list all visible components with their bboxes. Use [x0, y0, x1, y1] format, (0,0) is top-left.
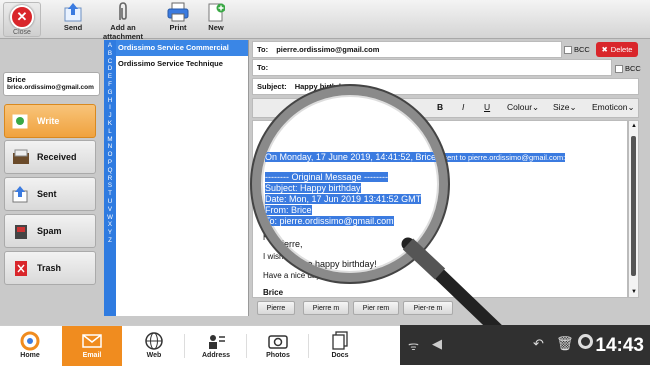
new-button[interactable]: New [204, 2, 228, 32]
alphabet-index: ABCDEFGHIJKLMNOPQRSTUVWXYZ [104, 40, 116, 316]
emoticon-dropdown[interactable]: Emoticon⌄ [592, 102, 635, 113]
undo-icon[interactable]: ↶ [533, 336, 544, 352]
contact-item[interactable]: Ordissimo Service Technique [116, 56, 248, 72]
alphabet-letter[interactable]: K [104, 120, 116, 128]
to-value: pierre.ordissimo@gmail.com [276, 45, 380, 54]
email-icon [62, 330, 122, 352]
delete-button[interactable]: ✖ Delete [596, 42, 638, 57]
taskbar-docs[interactable]: Docs [312, 330, 368, 359]
alphabet-letter[interactable]: A [104, 42, 116, 50]
toolbar: ✕ Close Send Add an attachment Print New [0, 0, 650, 41]
alphabet-letter[interactable]: N [104, 143, 116, 151]
underline-button[interactable]: U [484, 102, 490, 112]
taskbar-photos[interactable]: Photos [250, 330, 306, 359]
send-button[interactable]: Send [58, 2, 88, 32]
add-attachment-button[interactable]: Add an attachment [93, 2, 153, 41]
close-circle-icon: ✖ [601, 45, 608, 54]
user-card: Brice brice.ordissimo@gmail.com [3, 72, 100, 96]
alphabet-letter[interactable]: C [104, 58, 116, 66]
printer-icon [167, 2, 189, 22]
folder-trash[interactable]: Trash [4, 251, 96, 285]
alphabet-letter[interactable]: Y [104, 229, 116, 237]
alphabet-letter[interactable]: M [104, 136, 116, 144]
trash-tray-icon[interactable]: 🗑 [556, 335, 574, 352]
signature-text: Brice [263, 288, 284, 297]
write-icon [11, 111, 31, 131]
alphabet-letter[interactable]: H [104, 97, 116, 105]
folder-sent[interactable]: Sent [4, 177, 96, 211]
alphabet-letter[interactable]: V [104, 206, 116, 214]
wifi-icon[interactable]: ᯤ [408, 337, 419, 354]
close-button[interactable]: ✕ Close [3, 2, 41, 37]
docs-icon [312, 330, 368, 352]
quick-reply-button[interactable]: Pierre [257, 301, 295, 315]
editor-scrollbar[interactable]: ▲ ▼ [628, 120, 639, 298]
bcc-checkbox[interactable]: BCC [564, 45, 590, 54]
alphabet-letter[interactable]: S [104, 182, 116, 190]
contact-list: Ordissimo Service Commercial Ordissimo S… [116, 40, 249, 316]
user-name: Brice [7, 75, 26, 84]
alphabet-letter[interactable]: G [104, 89, 116, 97]
taskbar-address[interactable]: Address [188, 330, 244, 359]
alphabet-letter[interactable]: D [104, 65, 116, 73]
system-tray: ᯤ ◀ ↶ 🗑 14:43 [400, 325, 650, 365]
folder-received[interactable]: Received [4, 140, 96, 174]
colour-dropdown[interactable]: Colour⌄ [507, 102, 539, 113]
to-field[interactable]: To: pierre.ordissimo@gmail.com [252, 41, 562, 58]
alphabet-letter[interactable]: Z [104, 237, 116, 245]
address-icon [188, 330, 244, 352]
alphabet-letter[interactable]: I [104, 104, 116, 112]
size-dropdown[interactable]: Size⌄ [553, 102, 577, 113]
volume-icon[interactable]: ◀ [432, 336, 442, 352]
quick-reply-button[interactable]: Pierre m [303, 301, 349, 315]
photos-icon [250, 330, 306, 352]
alphabet-letter[interactable]: R [104, 175, 116, 183]
alphabet-letter[interactable]: B [104, 50, 116, 58]
alphabet-letter[interactable]: P [104, 159, 116, 167]
folder-write[interactable]: Write [4, 104, 96, 138]
inbox-icon [11, 147, 31, 167]
alphabet-letter[interactable]: O [104, 151, 116, 159]
taskbar-email[interactable]: Email [62, 326, 122, 366]
alphabet-letter[interactable]: X [104, 221, 116, 229]
folder-spam[interactable]: Spam [4, 214, 96, 248]
contact-item[interactable]: Ordissimo Service Commercial [116, 40, 248, 56]
alphabet-letter[interactable]: Q [104, 167, 116, 175]
help-lifebuoy-icon[interactable] [578, 334, 593, 349]
bold-button[interactable]: B [437, 102, 443, 112]
close-icon: ✕ [10, 5, 34, 29]
send-icon [62, 2, 84, 22]
subject-field[interactable]: Subject: Happy birthday [252, 78, 639, 95]
alphabet-letter[interactable]: E [104, 73, 116, 81]
alphabet-letter[interactable]: F [104, 81, 116, 89]
new-document-icon [205, 2, 227, 22]
scroll-up-icon[interactable]: ▲ [631, 123, 637, 129]
home-icon [2, 330, 58, 352]
alphabet-letter[interactable]: T [104, 190, 116, 198]
clock: 14:43 [595, 335, 644, 356]
italic-button[interactable]: I [462, 102, 464, 112]
user-email: brice.ordissimo@gmail.com [7, 84, 94, 91]
spam-icon [11, 221, 31, 241]
taskbar-home[interactable]: Home [2, 330, 58, 359]
scroll-down-icon[interactable]: ▼ [631, 289, 637, 295]
taskbar-web[interactable]: Web [126, 330, 182, 359]
scroll-thumb[interactable] [631, 136, 636, 276]
alphabet-letter[interactable]: W [104, 214, 116, 222]
paperclip-icon [112, 2, 134, 22]
alphabet-letter[interactable]: J [104, 112, 116, 120]
bcc-checkbox-secondary[interactable]: BCC [615, 64, 641, 73]
quick-reply-button[interactable]: Pier rem [353, 301, 399, 315]
to-field-secondary[interactable]: To: [252, 59, 612, 76]
web-icon [126, 330, 182, 352]
alphabet-letter[interactable]: L [104, 128, 116, 136]
sent-icon [11, 184, 31, 204]
print-button[interactable]: Print [165, 2, 191, 32]
trash-icon [11, 258, 31, 278]
alphabet-letter[interactable]: U [104, 198, 116, 206]
